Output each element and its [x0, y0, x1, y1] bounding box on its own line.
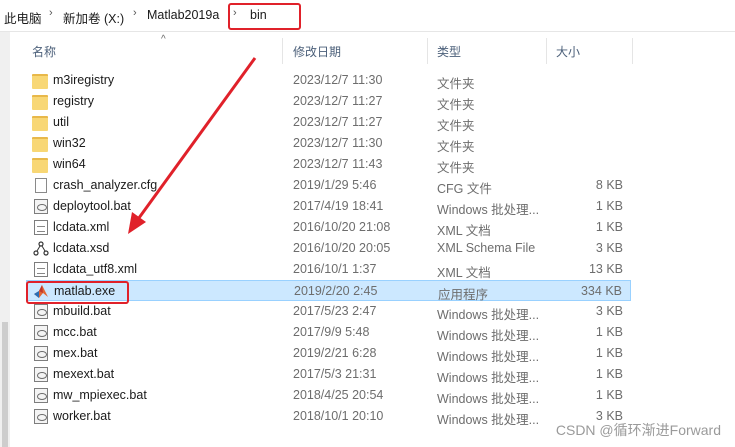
watermark: CSDN @循环渐进Forward: [555, 422, 721, 438]
arrow-line: [134, 57, 257, 223]
arrow-head: [128, 212, 146, 234]
annotation-arrow: [128, 57, 257, 234]
